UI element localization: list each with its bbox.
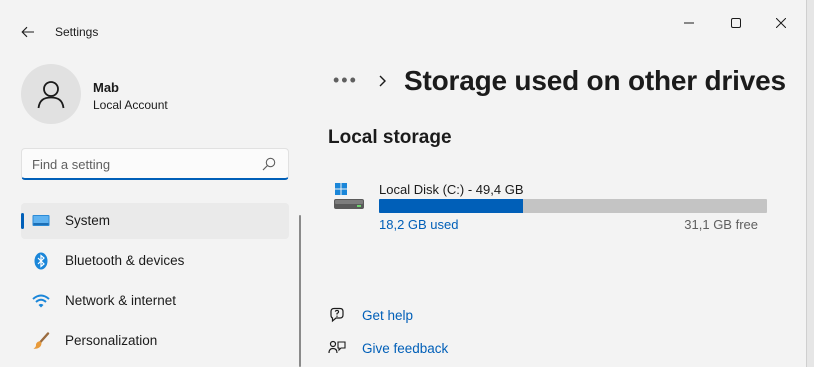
feedback-icon [328, 340, 346, 354]
sidebar-item-label: System [65, 213, 111, 228]
settings-window: Settings Mab Local Account Find a settin… [0, 0, 806, 367]
avatar[interactable] [21, 64, 81, 124]
free-space-text: 31,1 GB free [684, 217, 758, 232]
maximize-button[interactable] [713, 8, 759, 38]
chevron-right-icon [379, 75, 386, 87]
storage-usage-bar[interactable] [379, 199, 767, 213]
minimize-icon [684, 22, 694, 24]
storage-usage-fill [379, 199, 523, 213]
maximize-icon [731, 18, 741, 28]
user-icon [37, 81, 65, 109]
search-icon[interactable] [262, 157, 276, 171]
system-icon [32, 212, 50, 230]
close-button[interactable] [758, 8, 804, 38]
title-bar: Settings [0, 0, 806, 48]
drive-icon [334, 183, 364, 209]
search-input[interactable] [32, 155, 257, 173]
active-indicator [21, 213, 24, 229]
brush-icon [32, 332, 50, 350]
window-edge [806, 0, 814, 367]
app-title: Settings [55, 25, 99, 39]
back-button[interactable] [16, 22, 40, 42]
back-arrow-icon [21, 26, 34, 38]
get-help-link[interactable]: Get help [328, 305, 448, 329]
sidebar-scrollbar[interactable] [299, 215, 301, 367]
sidebar-item-system[interactable]: System [21, 203, 289, 239]
section-title: Local storage [328, 127, 452, 148]
get-help-label[interactable]: Get help [362, 308, 413, 323]
user-name: Mab [93, 80, 119, 95]
give-feedback-label[interactable]: Give feedback [362, 341, 448, 356]
breadcrumb-more-button[interactable]: ••• [333, 70, 358, 91]
close-icon [776, 18, 786, 28]
account-type: Local Account [93, 98, 168, 112]
sidebar-item-label: Personalization [65, 333, 158, 348]
drive-name: Local Disk (C:) - 49,4 GB [379, 182, 524, 197]
help-icon [330, 307, 344, 323]
sidebar-item-bluetooth[interactable]: Bluetooth & devices [21, 243, 289, 279]
sidebar-item-label: Bluetooth & devices [65, 253, 185, 268]
give-feedback-link[interactable]: Give feedback [328, 338, 468, 362]
wifi-icon [32, 292, 50, 310]
bluetooth-icon [32, 252, 50, 270]
used-space-link[interactable]: 18,2 GB used [379, 217, 459, 232]
minimize-button[interactable] [666, 8, 712, 38]
sidebar-item-network[interactable]: Network & internet [21, 283, 289, 319]
sidebar-item-personalization[interactable]: Personalization [21, 323, 289, 359]
page-title: Storage used on other drives [404, 65, 786, 96]
search-box[interactable] [21, 148, 289, 180]
sidebar-item-label: Network & internet [65, 293, 177, 308]
